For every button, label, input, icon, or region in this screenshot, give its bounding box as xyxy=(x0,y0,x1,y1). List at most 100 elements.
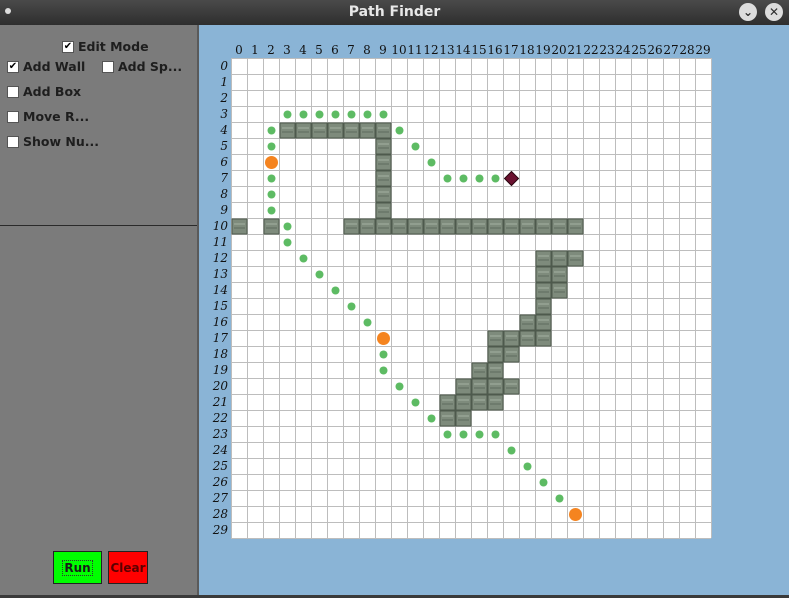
add-box-label: Add Box xyxy=(23,84,82,99)
edit-mode-checkbox[interactable]: ✔ xyxy=(62,40,74,53)
row-label: 21 xyxy=(212,395,228,409)
wall-cell xyxy=(487,378,504,395)
wall-cell xyxy=(295,122,312,139)
wall-cell xyxy=(519,218,536,235)
add-special-option[interactable]: Add Sp... xyxy=(102,59,182,74)
wall-cell xyxy=(439,410,456,427)
wall-cell xyxy=(535,282,552,299)
chevron-down-icon: ⌄ xyxy=(742,5,754,19)
path-dot xyxy=(299,254,308,263)
add-box-checkbox[interactable] xyxy=(7,85,19,98)
wall-cell xyxy=(503,378,520,395)
path-dot xyxy=(363,110,372,119)
path-dot xyxy=(427,414,436,423)
row-label: 13 xyxy=(213,267,229,281)
path-dot xyxy=(283,238,292,247)
wall-cell xyxy=(487,394,504,411)
run-button[interactable]: Run xyxy=(53,551,102,584)
wall-cell xyxy=(375,154,392,171)
wall-cell xyxy=(503,330,520,347)
column-label: 9 xyxy=(379,43,387,57)
wall-cell xyxy=(567,218,584,235)
column-label: 22 xyxy=(583,43,598,57)
path-dot xyxy=(347,302,356,311)
wall-cell xyxy=(375,138,392,155)
move-robot-option[interactable]: Move R... xyxy=(7,109,89,124)
column-label: 15 xyxy=(471,43,486,57)
waypoint-marker xyxy=(377,332,390,345)
clear-button[interactable]: Clear xyxy=(108,551,148,584)
wall-cell xyxy=(375,186,392,203)
row-label: 0 xyxy=(220,59,228,73)
wall-cell xyxy=(231,218,248,235)
column-label: 13 xyxy=(439,43,454,57)
row-label: 26 xyxy=(212,475,229,489)
path-dot xyxy=(475,430,484,439)
close-button[interactable]: ✕ xyxy=(765,3,783,21)
row-label: 12 xyxy=(213,251,228,265)
wall-cell xyxy=(535,314,552,331)
show-numbers-label: Show Nu... xyxy=(23,134,99,149)
path-dot xyxy=(443,430,452,439)
column-label: 3 xyxy=(283,43,291,57)
wall-cell xyxy=(423,218,440,235)
path-dot xyxy=(299,110,308,119)
wall-cell xyxy=(535,330,552,347)
wall-cell xyxy=(551,218,568,235)
wall-cell xyxy=(375,202,392,219)
wall-cell xyxy=(375,122,392,139)
path-dot xyxy=(347,110,356,119)
wall-cell xyxy=(455,218,472,235)
row-label: 2 xyxy=(219,91,228,105)
show-numbers-option[interactable]: Show Nu... xyxy=(7,134,99,149)
wall-cell xyxy=(487,330,504,347)
column-label: 0 xyxy=(235,43,243,57)
column-label: 1 xyxy=(251,43,259,57)
move-robot-checkbox[interactable] xyxy=(7,110,19,123)
add-wall-checkbox[interactable]: ✔ xyxy=(7,60,19,73)
row-label: 5 xyxy=(220,139,228,153)
row-label: 4 xyxy=(219,123,228,137)
close-icon: ✕ xyxy=(768,5,780,19)
wall-cell xyxy=(407,218,424,235)
path-dot xyxy=(395,126,404,135)
path-dot xyxy=(475,174,484,183)
wall-cell xyxy=(535,218,552,235)
path-dot xyxy=(491,174,500,183)
column-label: 2 xyxy=(267,43,275,57)
path-dot xyxy=(283,110,292,119)
path-dot xyxy=(539,478,548,487)
wall-cell xyxy=(471,218,488,235)
minimize-button[interactable]: ⌄ xyxy=(739,3,757,21)
edit-mode-option[interactable]: ✔ Edit Mode xyxy=(62,39,149,54)
panel-divider xyxy=(0,225,197,226)
row-label: 20 xyxy=(212,379,229,393)
path-dot xyxy=(443,174,452,183)
path-dot xyxy=(459,174,468,183)
edit-mode-label: Edit Mode xyxy=(78,39,149,54)
add-special-checkbox[interactable] xyxy=(102,60,114,73)
path-dot xyxy=(267,206,276,215)
add-wall-option[interactable]: ✔ Add Wall xyxy=(7,59,85,74)
path-dot xyxy=(523,462,532,471)
column-label: 17 xyxy=(503,43,518,57)
path-dot xyxy=(491,430,500,439)
column-label: 26 xyxy=(647,43,662,57)
path-dot xyxy=(379,350,388,359)
column-label: 25 xyxy=(631,43,646,57)
path-dot xyxy=(507,446,516,455)
wall-cell xyxy=(487,218,504,235)
grid-canvas[interactable]: 0 1 2 3 4 5 6 7 8 9 10 11 12 13 14 15 16 17 18 19 20 21 22 23 24… xyxy=(199,25,789,595)
row-label: 23 xyxy=(212,427,229,441)
add-box-option[interactable]: Add Box xyxy=(7,84,81,99)
path-dot xyxy=(315,270,324,279)
column-label: 27 xyxy=(663,43,678,57)
path-dot xyxy=(267,142,276,151)
column-label: 18 xyxy=(519,43,534,57)
wall-cell xyxy=(359,122,376,139)
show-numbers-checkbox[interactable] xyxy=(7,135,19,148)
row-label: 22 xyxy=(212,411,228,425)
grid-board[interactable]: 0 1 2 3 4 5 6 7 8 9 10 11 12 13 14 15 16 17 18 19 20 21 22 23 24… xyxy=(199,25,789,595)
column-label: 28 xyxy=(679,43,694,57)
wall-cell xyxy=(455,410,472,427)
